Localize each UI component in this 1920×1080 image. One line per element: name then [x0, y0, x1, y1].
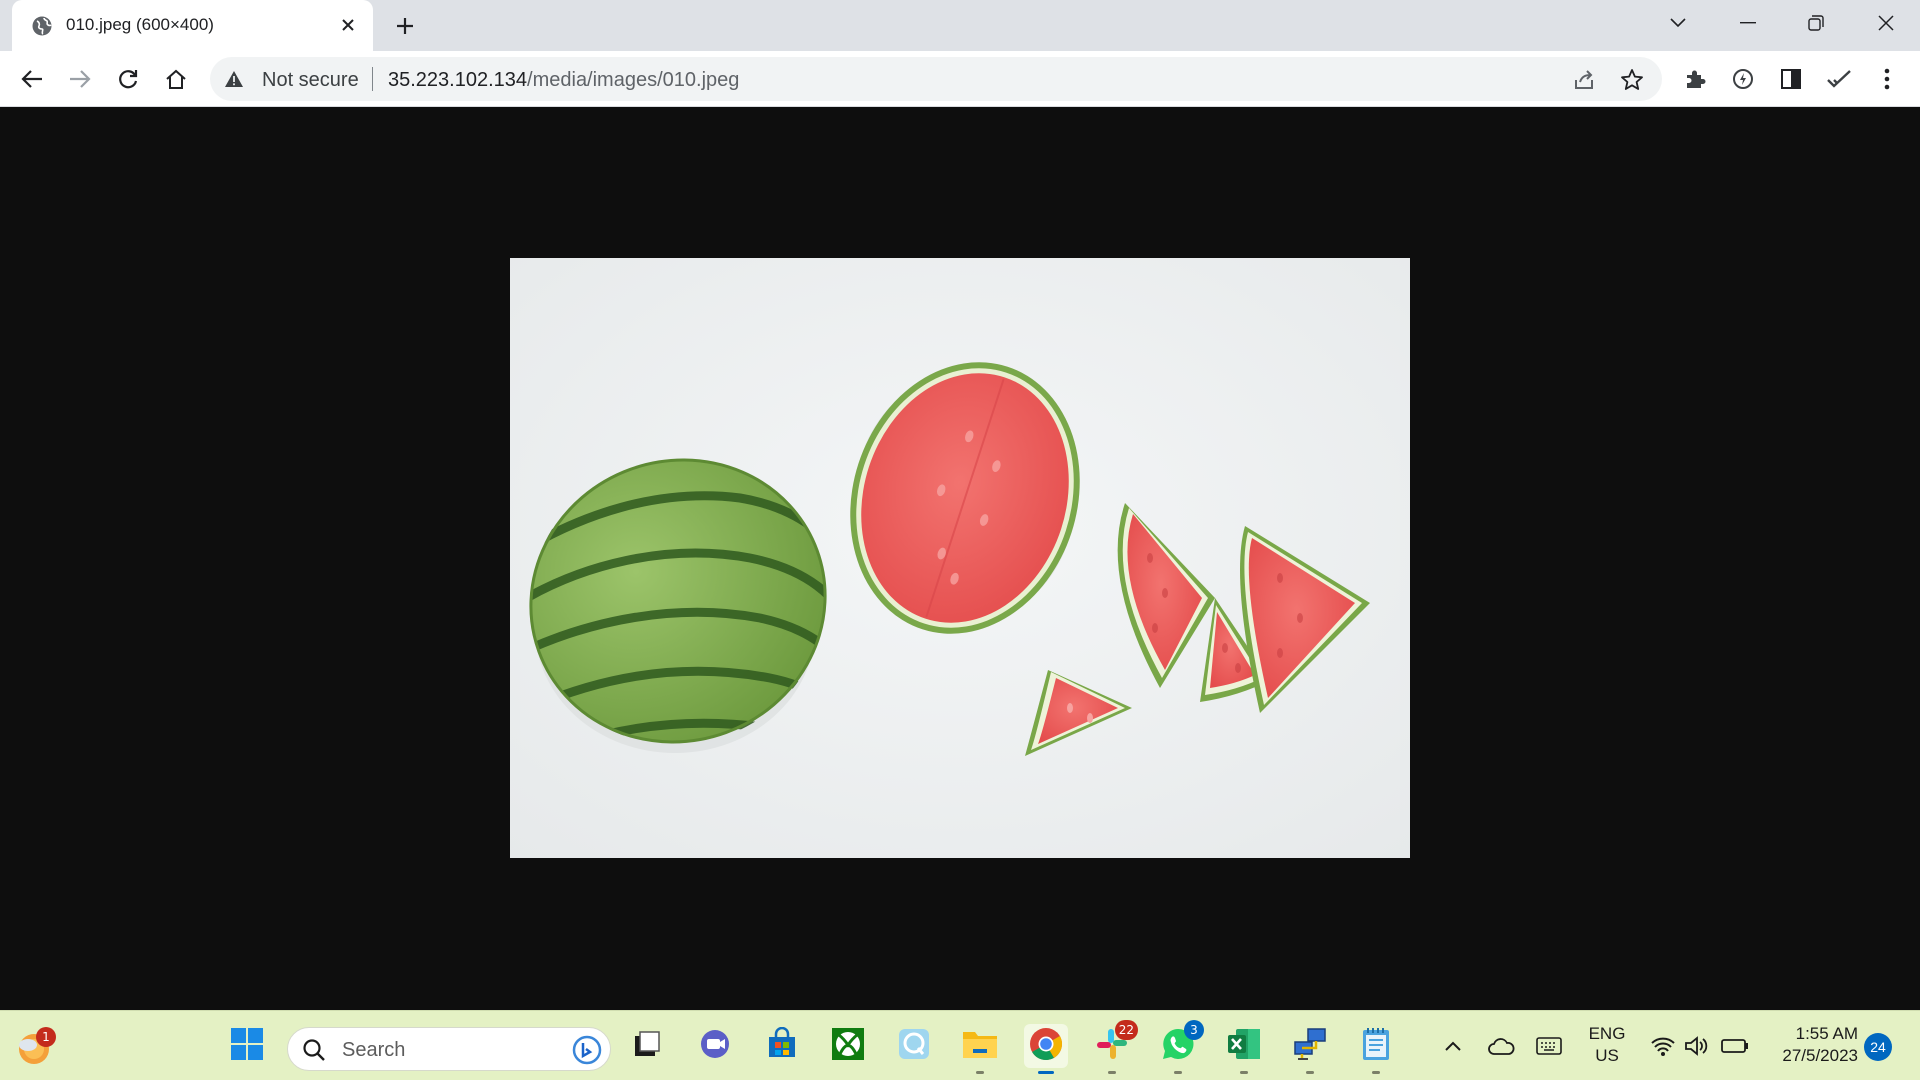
running-indicator [1108, 1071, 1116, 1074]
windows-taskbar: 1 Search 22 3 ENG US 1:55 AM 27/5/2023 2… [0, 1010, 1920, 1080]
xbox-button[interactable] [826, 1024, 870, 1068]
url-text[interactable]: 35.223.102.134/media/images/010.jpeg [388, 69, 739, 92]
whatsapp-button[interactable]: 3 [1156, 1020, 1204, 1074]
microsoft-store-button[interactable] [760, 1024, 804, 1068]
running-indicator [1240, 1071, 1248, 1074]
weather-widget[interactable]: 1 [12, 1025, 56, 1069]
forward-arrow-icon[interactable] [63, 62, 97, 96]
browser-toolbar: Not secure 35.223.102.134/media/images/0… [0, 51, 1920, 107]
slack-badge: 22 [1114, 1020, 1138, 1040]
running-indicator [1174, 1071, 1182, 1074]
network-computers-icon [1292, 1026, 1328, 1067]
tab-search-chevron-icon[interactable] [1660, 8, 1696, 38]
task-view-button[interactable] [625, 1024, 669, 1068]
chrome-button[interactable] [1024, 1024, 1068, 1074]
home-icon[interactable] [159, 62, 193, 96]
region-code: US [1595, 1046, 1619, 1065]
reload-icon[interactable] [111, 62, 145, 96]
taskbar-search[interactable]: Search [287, 1027, 611, 1071]
browser-tab[interactable]: 010.jpeg (600×400) [12, 0, 373, 51]
keyboard-icon[interactable] [1534, 1031, 1564, 1061]
close-window-icon[interactable] [1868, 8, 1904, 38]
warning-triangle-icon[interactable] [224, 69, 244, 89]
performance-icon[interactable] [1726, 62, 1760, 96]
whatsapp-badge: 3 [1184, 1020, 1204, 1040]
excel-icon [1226, 1026, 1262, 1067]
start-button[interactable] [225, 1024, 269, 1068]
windows-logo-icon [230, 1027, 264, 1066]
system-clock[interactable]: 1:55 AM 27/5/2023 [1768, 1023, 1858, 1067]
extensions-puzzle-icon[interactable] [1678, 62, 1712, 96]
slack-button[interactable]: 22 [1090, 1020, 1138, 1074]
store-icon [765, 1026, 799, 1066]
clock-time: 1:55 AM [1795, 1024, 1858, 1043]
clock-date: 27/5/2023 [1782, 1046, 1858, 1065]
side-panel-icon[interactable] [1774, 62, 1808, 96]
show-hidden-icons-chevron-icon[interactable] [1438, 1031, 1468, 1061]
folder-icon [961, 1027, 999, 1066]
notepad-button[interactable] [1354, 1024, 1398, 1074]
weather-badge: 1 [36, 1027, 56, 1047]
battery-icon[interactable] [1720, 1031, 1750, 1061]
tab-strip: 010.jpeg (600×400) [0, 0, 1920, 51]
network-app-button[interactable] [1288, 1024, 1332, 1074]
search-icon [302, 1038, 326, 1062]
bookmark-star-icon[interactable] [1618, 66, 1646, 94]
running-indicator [1306, 1071, 1314, 1074]
notepad-icon [1360, 1026, 1392, 1067]
onedrive-cloud-icon[interactable] [1486, 1031, 1516, 1061]
task-view-icon [632, 1029, 662, 1064]
search-placeholder: Search [342, 1039, 406, 1061]
share-icon[interactable] [1570, 66, 1598, 94]
minimize-icon[interactable] [1730, 8, 1766, 38]
chrome-icon [1028, 1026, 1064, 1067]
url-path: /media/images/010.jpeg [527, 69, 740, 91]
q-app-button[interactable] [892, 1024, 936, 1068]
wifi-icon[interactable] [1648, 1031, 1678, 1061]
address-separator [372, 67, 373, 91]
address-bar[interactable]: Not secure 35.223.102.134/media/images/0… [210, 57, 1662, 101]
file-explorer-button[interactable] [958, 1024, 1002, 1074]
restore-icon[interactable] [1798, 8, 1834, 38]
menu-kebab-icon[interactable] [1870, 62, 1904, 96]
excel-button[interactable] [1222, 1024, 1266, 1074]
xbox-icon [830, 1026, 866, 1067]
notification-center-badge[interactable]: 24 [1864, 1033, 1892, 1061]
close-tab-icon[interactable] [336, 13, 360, 37]
bing-icon[interactable] [570, 1033, 604, 1067]
running-indicator [1372, 1071, 1380, 1074]
checkmark-extension-icon[interactable] [1822, 62, 1856, 96]
q-app-icon [896, 1026, 932, 1067]
back-arrow-icon[interactable] [15, 62, 49, 96]
watermelon-image[interactable] [510, 258, 1410, 858]
running-indicator [976, 1071, 984, 1074]
tab-title: 010.jpeg (600×400) [66, 15, 214, 34]
active-indicator [1038, 1071, 1054, 1074]
language-code: ENG [1588, 1024, 1626, 1043]
volume-icon[interactable] [1682, 1031, 1712, 1061]
teams-chat-button[interactable] [694, 1024, 738, 1068]
page-viewport [0, 107, 1920, 1010]
globe-icon [31, 15, 53, 37]
url-host: 35.223.102.134 [388, 69, 528, 91]
camera-chat-icon [699, 1027, 733, 1066]
input-language[interactable]: ENG US [1584, 1023, 1630, 1067]
new-tab-button[interactable] [390, 11, 420, 41]
security-status-label[interactable]: Not secure [262, 69, 359, 92]
